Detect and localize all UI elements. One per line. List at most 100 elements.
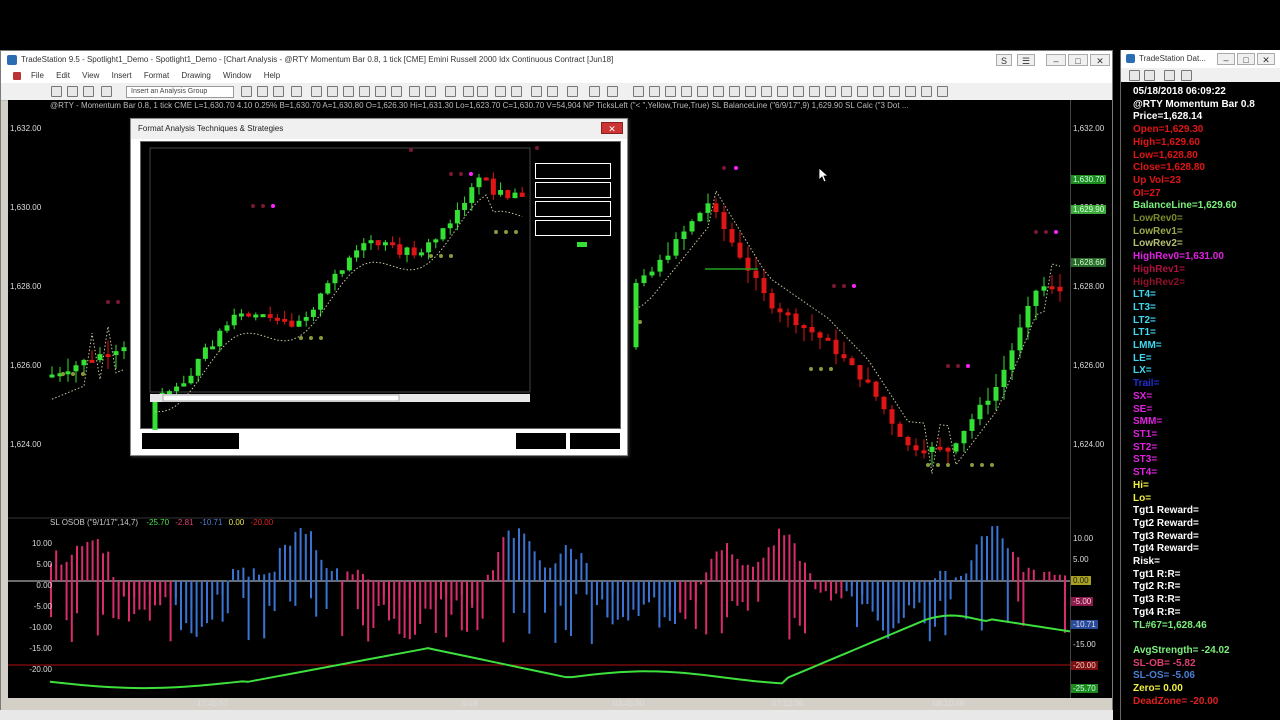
link-list-icon[interactable]: ☰ [1017,54,1035,66]
link-s-icon[interactable]: S [996,54,1012,66]
format-analysis-dialog[interactable]: Format Analysis Techniques & Strategies … [130,118,628,456]
toolbar-tool-icon[interactable] [495,86,506,97]
toolbar-tool-icon[interactable] [809,86,820,97]
data-close-button[interactable]: ✕ [1257,53,1275,65]
toolbar-tool-icon[interactable] [547,86,558,97]
toolbar-tool-icon[interactable] [681,86,692,97]
close-button[interactable]: ✕ [1090,54,1110,66]
dialog-list-row[interactable] [535,201,611,217]
toolbar-tool-icon[interactable] [825,86,836,97]
osc-bar [700,581,702,585]
toolbar-tool-icon[interactable] [761,86,772,97]
menu-help[interactable]: Help [264,71,280,80]
menu-edit[interactable]: Edit [56,71,70,80]
menu-view[interactable]: View [82,71,99,80]
window-title-bar[interactable]: TradeStation 9.5 - Spotlight1_Demo - Spo… [1,51,1112,69]
dialog-left-button[interactable] [142,433,239,449]
minimize-button[interactable]: – [1046,54,1066,66]
toolbar-tool-icon[interactable] [713,86,724,97]
dialog-ok-button[interactable] [516,433,566,449]
toolbar-tool-icon[interactable] [445,86,456,97]
candle-body [633,282,639,348]
toolbar-tool-icon[interactable] [273,86,284,97]
osc-bar [928,581,931,642]
toolbar-tool-icon[interactable] [777,86,788,97]
osc-bar [783,535,786,581]
dialog-cancel-button[interactable] [570,433,620,449]
toolbar-tool-icon[interactable] [425,86,436,97]
dialog-list-row[interactable] [535,163,611,179]
toolbar-tool-icon[interactable] [391,86,402,97]
dialog-list-row[interactable] [535,220,611,236]
toolbar-tool-icon[interactable] [937,86,948,97]
print-icon[interactable] [1144,70,1155,81]
toolbar-tool-icon[interactable] [905,86,916,97]
menu-window[interactable]: Window [223,71,251,80]
toolbar-tool-icon[interactable] [257,86,268,97]
save-icon[interactable] [1129,70,1140,81]
mouse-cursor-icon [819,168,829,183]
toolbar-tool-icon[interactable] [873,86,884,97]
toolbar-tool-icon[interactable] [241,86,252,97]
toolbar-tool-icon[interactable] [745,86,756,97]
options-icon[interactable] [1181,70,1192,81]
menu-drawing[interactable]: Drawing [181,71,210,80]
osc-deadzone-flag: -20.00 [1071,661,1098,670]
menu-format[interactable]: Format [144,71,169,80]
window-title: TradeStation 9.5 - Spotlight1_Demo - Spo… [21,55,614,64]
osc-bar [658,581,661,628]
preview-list-marker [577,242,587,247]
dialog-close-button[interactable]: ✕ [601,122,623,134]
toolbar-tool-icon[interactable] [291,86,302,97]
toolbar-tool-icon[interactable] [649,86,660,97]
osc-label: 10.00 [1073,534,1094,543]
menu-insert[interactable]: Insert [112,71,132,80]
toolbar-tool-icon[interactable] [511,86,522,97]
toolbar-tool-icon[interactable] [607,86,618,97]
candle-body [929,446,935,453]
toolbar-tool-icon[interactable] [665,86,676,97]
copy-icon[interactable] [1164,70,1175,81]
toolbar-tool-icon[interactable] [589,86,600,97]
dialog-list-row[interactable] [535,182,611,198]
price-axis[interactable]: 1,632.00 1,630.00 1,628.00 1,626.00 1,62… [1070,100,1112,698]
toolbar-tool-icon[interactable] [793,86,804,97]
toolbar-tool-icon[interactable] [51,86,62,97]
menu-file[interactable]: File [31,71,44,80]
preview-candle-body [498,190,504,195]
toolbar-tool-icon[interactable] [67,86,78,97]
toolbar-tool-icon[interactable] [463,86,474,97]
toolbar-tool-icon[interactable] [889,86,900,97]
toolbar-tool-icon[interactable] [921,86,932,97]
osc-bar [549,567,552,581]
toolbar-tool-icon[interactable] [697,86,708,97]
toolbar-tool-icon[interactable] [857,86,868,97]
analysis-group-select[interactable]: Insert an Analysis Group [126,86,234,98]
osc-bar [190,581,193,610]
toolbar-tool-icon[interactable] [531,86,542,97]
data-window-title-bar[interactable]: TradeStation Dat... – □ ✕ [1121,50,1280,68]
reversal-dot [81,372,85,376]
toolbar-tool-icon[interactable] [343,86,354,97]
data-minimize-button[interactable]: – [1217,53,1235,65]
toolbar-tool-icon[interactable] [311,86,322,97]
toolbar-tool-icon[interactable] [841,86,852,97]
osc-bar [1064,575,1066,581]
toolbar-tool-icon[interactable] [83,86,94,97]
toolbar-tool-icon[interactable] [375,86,386,97]
osc-bar [107,551,110,581]
toolbar-tool-icon[interactable] [477,86,488,97]
dialog-title[interactable]: Format Analysis Techniques & Strategies [131,119,627,139]
maximize-button[interactable]: □ [1068,54,1088,66]
data-maximize-button[interactable]: □ [1237,53,1255,65]
candle-body [681,231,687,240]
horizontal-scrollbar[interactable] [0,710,1113,720]
toolbar-tool-icon[interactable] [359,86,370,97]
toolbar-tool-icon[interactable] [409,86,420,97]
toolbar-tool-icon[interactable] [567,86,578,97]
toolbar-tool-icon[interactable] [633,86,644,97]
candle-body [985,400,991,405]
toolbar-tool-icon[interactable] [327,86,338,97]
toolbar-tool-icon[interactable] [101,86,112,97]
toolbar-tool-icon[interactable] [729,86,740,97]
